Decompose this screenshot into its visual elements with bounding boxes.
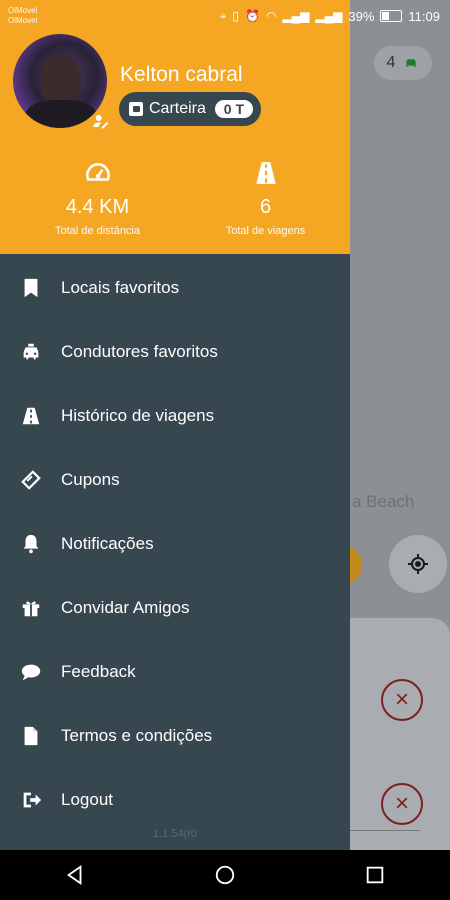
location-icon: ⌖	[219, 8, 227, 23]
menu-item-condutores-favoritos[interactable]: Condutores favoritos	[0, 320, 350, 384]
alarm-icon: ⏰	[245, 9, 260, 23]
menu-item-label: Termos e condições	[61, 726, 213, 745]
logout-icon	[19, 788, 43, 812]
battery-icon	[380, 10, 403, 22]
wifi-icon: ◠	[265, 9, 277, 23]
speedometer-icon	[10, 160, 185, 186]
avatar-shirt	[25, 100, 97, 128]
signal-icon: ▂▄▆	[315, 9, 343, 23]
clear-destination-button[interactable]: ×	[381, 783, 423, 825]
my-location-button[interactable]	[389, 535, 447, 593]
vibrate-icon: ▯	[232, 9, 240, 23]
trips-stat: 6 Total de viagens	[178, 160, 353, 237]
menu-item-convidar-amigos[interactable]: Convidar Amigos	[0, 576, 350, 640]
menu-item-label: Logout	[61, 790, 113, 809]
status-icons: ⌖ ▯ ⏰ ◠ ▂▄▆ ▂▄▆ 39% 11:09	[220, 9, 450, 24]
navigation-drawer: Kelton cabral Carteira 0 T 4.4 KM Total …	[0, 0, 350, 850]
taxi-icon	[19, 340, 43, 364]
recents-button[interactable]	[345, 855, 405, 895]
close-icon: ×	[394, 790, 409, 817]
app-version: 1.1.54(r0	[152, 828, 198, 840]
user-name: Kelton cabral	[120, 63, 243, 86]
divider	[350, 830, 420, 831]
distance-stat: 4.4 KM Total de distância	[10, 160, 185, 237]
avatar-face	[41, 56, 81, 106]
nearby-vehicles-chip[interactable]: 4	[374, 46, 432, 80]
menu-item-termos-e-condicoes[interactable]: Termos e condições	[0, 704, 350, 768]
status-bar: OiMovel OiMovel ⌖ ▯ ⏰ ◠ ▂▄▆ ▂▄▆ 39% 11:0…	[0, 0, 450, 32]
carrier-name: OiMovel	[8, 16, 38, 25]
menu-item-logout[interactable]: Logout	[0, 768, 350, 832]
wallet-button[interactable]: Carteira 0 T	[119, 92, 261, 126]
battery-percent: 39%	[348, 8, 375, 24]
clear-pickup-button[interactable]: ×	[381, 679, 423, 721]
home-button[interactable]	[195, 855, 255, 895]
menu-item-notificacoes[interactable]: Notificações	[0, 512, 350, 576]
trips-value: 6	[259, 196, 272, 218]
close-icon: ×	[394, 686, 409, 713]
car-icon	[406, 59, 417, 67]
crosshair-icon	[408, 554, 428, 574]
menu-item-label: Condutores favoritos	[61, 342, 218, 361]
distance-value: 4.4 KM	[65, 196, 130, 218]
drawer-menu: Locais favoritos Condutores favoritos Hi…	[0, 256, 350, 832]
system-nav-bar	[0, 850, 450, 900]
menu-item-feedback[interactable]: Feedback	[0, 640, 350, 704]
signal-icon: ▂▄▆	[282, 9, 310, 23]
road-icon	[178, 160, 353, 186]
menu-item-label: Histórico de viagens	[61, 406, 215, 425]
vehicle-count: 4	[386, 54, 396, 71]
wallet-balance: 0 T	[214, 100, 253, 118]
distance-label: Total de distância	[55, 225, 140, 237]
ticket-icon	[19, 468, 43, 492]
menu-item-locais-favoritos[interactable]: Locais favoritos	[0, 256, 350, 320]
back-icon	[66, 865, 82, 885]
carrier-info: OiMovel OiMovel	[0, 6, 37, 26]
wallet-label: Carteira	[149, 100, 206, 117]
wallet-icon	[129, 102, 143, 116]
menu-item-label: Feedback	[61, 662, 136, 681]
document-icon	[19, 724, 43, 748]
carrier-name: OiMovel	[8, 6, 38, 15]
menu-item-label: Cupons	[61, 470, 120, 489]
drawer-header: Kelton cabral Carteira 0 T 4.4 KM Total …	[0, 0, 350, 254]
menu-item-cupons[interactable]: Cupons	[0, 448, 350, 512]
clock: 11:09	[408, 8, 440, 24]
bell-icon	[19, 532, 43, 556]
menu-item-label: Notificações	[61, 534, 154, 553]
chat-icon	[19, 660, 43, 684]
map-place-label: a Beach	[352, 492, 415, 511]
menu-item-historico-de-viagens[interactable]: Histórico de viagens	[0, 384, 350, 448]
back-button[interactable]	[45, 855, 105, 895]
home-icon	[215, 865, 235, 885]
edit-profile-icon[interactable]	[90, 110, 112, 132]
road-icon	[19, 404, 43, 428]
bookmark-icon	[19, 276, 43, 300]
menu-item-label: Locais favoritos	[61, 278, 180, 297]
booking-panel: × ×	[334, 618, 450, 850]
recents-icon	[366, 866, 384, 884]
trips-label: Total de viagens	[225, 225, 306, 237]
gift-icon	[19, 596, 43, 620]
menu-item-label: Convidar Amigos	[61, 598, 190, 617]
